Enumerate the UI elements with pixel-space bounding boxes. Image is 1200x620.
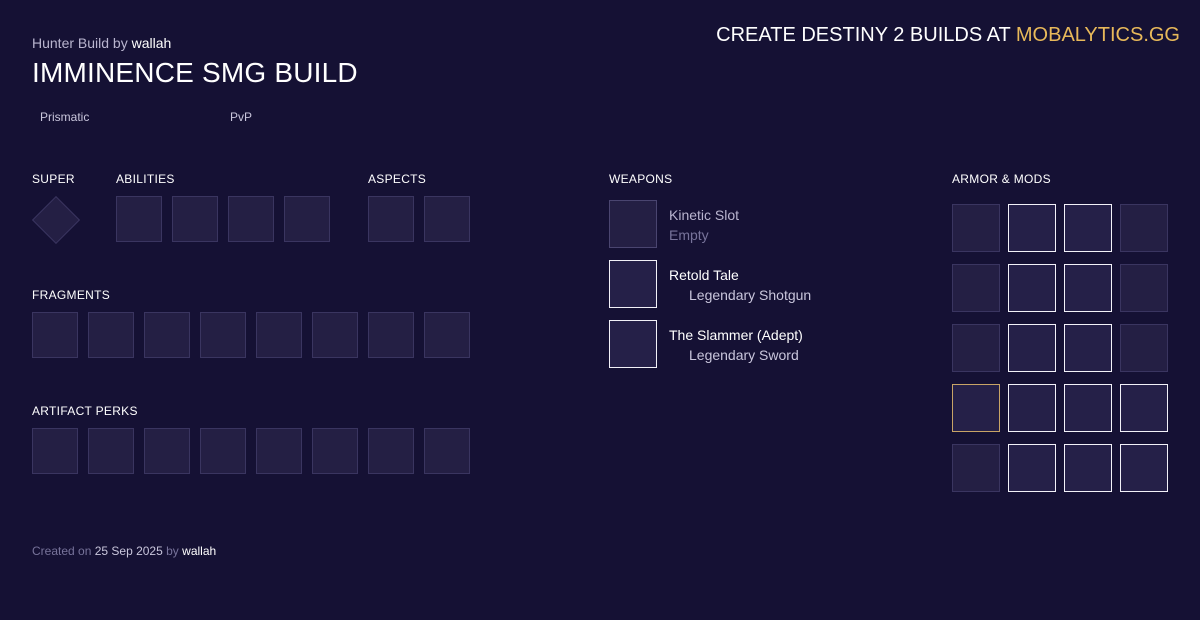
aspects-label: ASPECTS [368, 172, 427, 186]
mod-slot[interactable] [1120, 324, 1168, 372]
fragment-slot[interactable] [368, 312, 414, 358]
promo-text: CREATE DESTINY 2 BUILDS AT [716, 24, 1011, 46]
mod-slot[interactable] [1064, 324, 1112, 372]
weapon-type: Legendary Sword [689, 347, 799, 363]
armor-slot-exotic[interactable] [952, 384, 1000, 432]
footer-date: 25 Sep 2025 [94, 544, 163, 558]
weapon-energy-slot[interactable] [609, 260, 657, 308]
super-label: SUPER [32, 172, 75, 186]
fragment-slot[interactable] [32, 312, 78, 358]
mod-slot[interactable] [1008, 444, 1056, 492]
promo-brand[interactable]: MOBALYTICS.GG [1016, 24, 1180, 46]
fragments-label: FRAGMENTS [32, 288, 111, 302]
mod-slot[interactable] [1120, 444, 1168, 492]
artifact-perk-slot[interactable] [32, 428, 78, 474]
mod-slot[interactable] [1064, 384, 1112, 432]
artifact-perk-slot[interactable] [368, 428, 414, 474]
mod-slot[interactable] [1064, 204, 1112, 252]
aspect-slot[interactable] [368, 196, 414, 242]
artifact-perk-slot[interactable] [144, 428, 190, 474]
footer-prefix: Created on [32, 544, 92, 558]
mod-slot[interactable] [1008, 204, 1056, 252]
ability-slot[interactable] [228, 196, 274, 242]
created-footer: Created on 25 Sep 2025 by wallah [32, 544, 216, 558]
fragment-slot[interactable] [312, 312, 358, 358]
mod-slot[interactable] [1008, 264, 1056, 312]
artifact-perk-slot[interactable] [312, 428, 358, 474]
tag-mode: PvP [230, 110, 253, 124]
weapon-name: Kinetic Slot [669, 207, 740, 223]
mod-slot[interactable] [1120, 204, 1168, 252]
super-slot[interactable] [31, 195, 81, 245]
armor-mods-label: ARMOR & MODS [952, 172, 1051, 186]
armor-slot[interactable] [952, 204, 1000, 252]
weapon-type: Empty [669, 227, 709, 243]
promo-banner[interactable]: CREATE DESTINY 2 BUILDS AT MOBALYTICS.GG [716, 24, 1180, 47]
mod-slot[interactable] [1008, 384, 1056, 432]
weapon-power-slot[interactable] [609, 320, 657, 368]
mod-slot[interactable] [1120, 384, 1168, 432]
fragment-slot[interactable] [200, 312, 246, 358]
fragment-slot[interactable] [424, 312, 470, 358]
weapon-kinetic-slot[interactable] [609, 200, 657, 248]
footer-by: by [166, 544, 179, 558]
byline-prefix: Hunter Build by [32, 35, 128, 51]
page-title: IMMINENCE SMG BUILD [32, 57, 358, 88]
artifact-perk-slot[interactable] [88, 428, 134, 474]
mod-slot[interactable] [1064, 264, 1112, 312]
weapon-name[interactable]: The Slammer (Adept) [669, 327, 803, 343]
ability-slot[interactable] [172, 196, 218, 242]
artifact-perks-label: ARTIFACT PERKS [32, 404, 138, 418]
artifact-perk-slot[interactable] [200, 428, 246, 474]
abilities-label: ABILITIES [116, 172, 175, 186]
mod-slot[interactable] [1064, 444, 1112, 492]
weapons-label: WEAPONS [609, 172, 673, 186]
weapon-name[interactable]: Retold Tale [669, 267, 739, 283]
byline-author-link[interactable]: wallah [132, 35, 172, 51]
armor-slot[interactable] [952, 264, 1000, 312]
artifact-perk-slot[interactable] [424, 428, 470, 474]
footer-author-link[interactable]: wallah [182, 544, 216, 558]
mod-slot[interactable] [1120, 264, 1168, 312]
armor-slot[interactable] [952, 324, 1000, 372]
fragment-slot[interactable] [88, 312, 134, 358]
ability-slot[interactable] [284, 196, 330, 242]
mod-slot[interactable] [1008, 324, 1056, 372]
fragment-slot[interactable] [144, 312, 190, 358]
build-byline: Hunter Build by wallah [32, 35, 171, 51]
aspect-slot[interactable] [424, 196, 470, 242]
armor-slot[interactable] [952, 444, 1000, 492]
artifact-perk-slot[interactable] [256, 428, 302, 474]
tag-subclass: Prismatic [40, 110, 90, 124]
weapon-type: Legendary Shotgun [689, 287, 812, 303]
ability-slot[interactable] [116, 196, 162, 242]
fragment-slot[interactable] [256, 312, 302, 358]
